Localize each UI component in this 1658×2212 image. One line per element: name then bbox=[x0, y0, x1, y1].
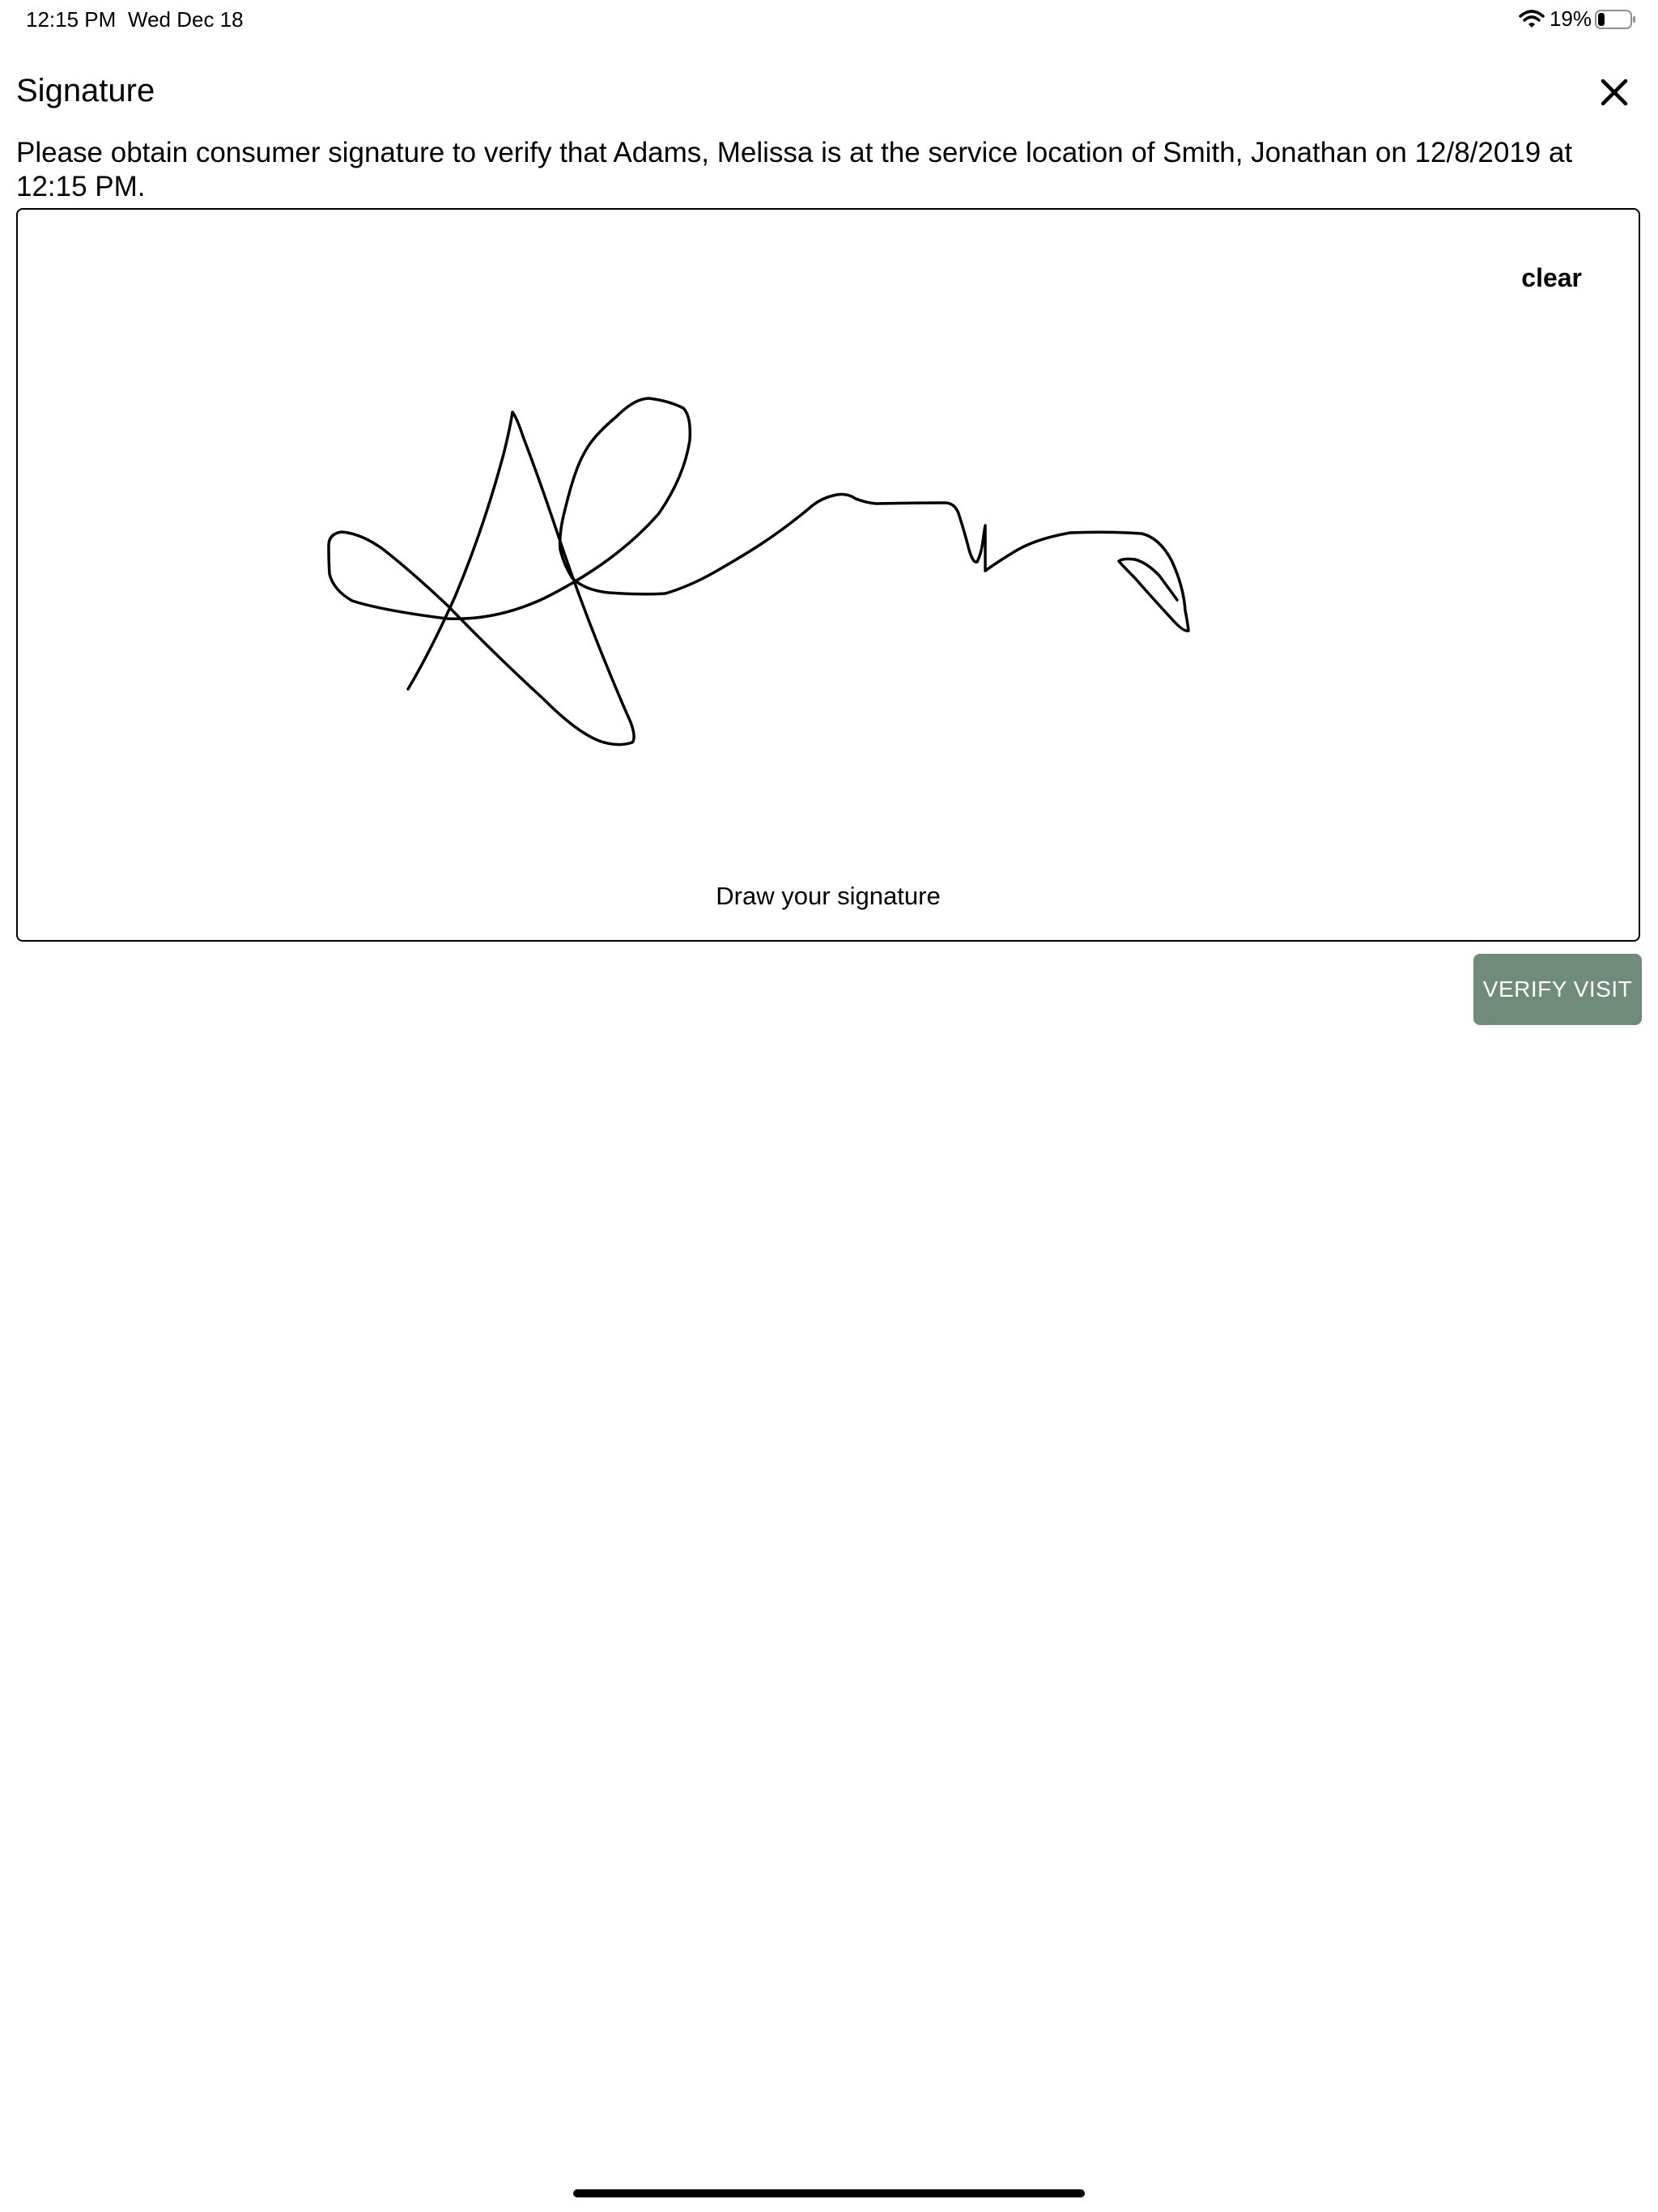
battery-icon bbox=[1595, 9, 1637, 30]
battery-percentage: 19% bbox=[1549, 6, 1592, 31]
status-time: 12:15 PM bbox=[26, 7, 117, 32]
page-title: Signature bbox=[16, 73, 155, 108]
close-icon bbox=[1601, 79, 1628, 106]
verify-visit-button[interactable]: VERIFY VISIT bbox=[1473, 954, 1642, 1025]
close-button[interactable] bbox=[1592, 70, 1637, 115]
signature-instructions: Please obtain consumer signature to veri… bbox=[16, 137, 1573, 202]
signature-drawing bbox=[327, 397, 1190, 747]
clear-button[interactable]: clear bbox=[1515, 258, 1588, 298]
signature-pad[interactable]: clear Draw your signature bbox=[16, 208, 1640, 942]
status-bar: 12:15 PM Wed Dec 18 19% bbox=[0, 0, 1658, 39]
signature-hint: Draw your signature bbox=[716, 882, 941, 910]
home-indicator[interactable] bbox=[573, 2189, 1085, 2197]
status-date: Wed Dec 18 bbox=[128, 7, 244, 32]
status-indicators: 19% bbox=[1519, 6, 1637, 32]
wifi-icon bbox=[1519, 9, 1545, 29]
